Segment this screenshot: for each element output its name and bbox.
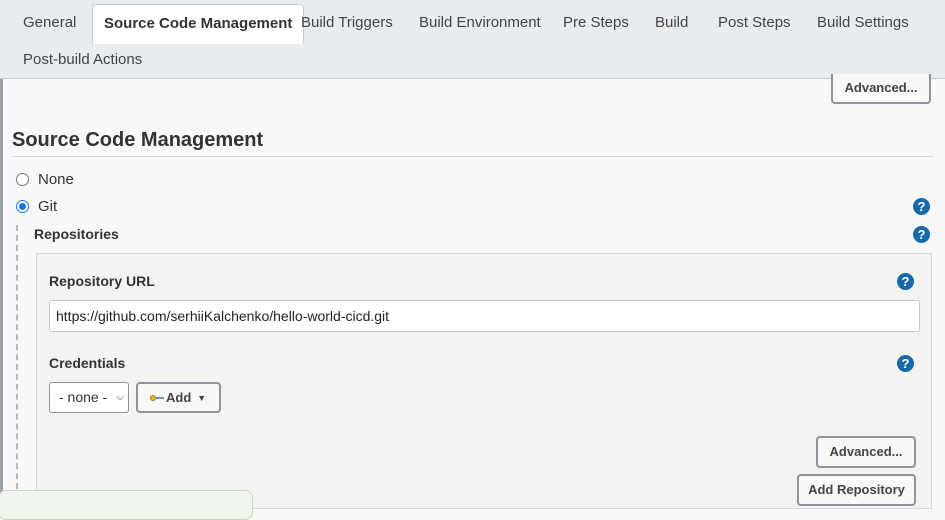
scm-option-none[interactable]: None: [16, 169, 74, 189]
add-credentials-label: Add: [166, 390, 192, 405]
radio-none-label: None: [38, 170, 74, 188]
tab-post-steps[interactable]: Post Steps: [707, 4, 802, 42]
notification-toast: [0, 490, 253, 520]
radio-none[interactable]: [16, 172, 29, 186]
git-options-guide: [16, 225, 18, 509]
repository-url-label: Repository URL: [49, 273, 155, 289]
tab-build-environment[interactable]: Build Environment: [408, 4, 552, 42]
radio-git[interactable]: [16, 199, 29, 213]
credentials-label: Credentials: [49, 355, 126, 371]
repositories-help-icon[interactable]: ?: [913, 226, 930, 243]
chevron-down-icon: ⌵: [116, 392, 124, 403]
section-title: Source Code Management: [12, 129, 264, 151]
caret-down-icon: ▼: [197, 392, 207, 403]
tab-post-build-actions[interactable]: Post-build Actions: [12, 41, 153, 79]
section-tab-bar: General Source Code Management Build Tri…: [0, 0, 945, 79]
git-help-icon[interactable]: ?: [913, 198, 930, 215]
credentials-help-icon[interactable]: ?: [897, 355, 914, 372]
repositories-label: Repositories: [34, 226, 119, 242]
tab-build-settings[interactable]: Build Settings: [806, 4, 920, 42]
credentials-select-value: - none -: [59, 389, 108, 405]
advanced-button-top[interactable]: Advanced...: [831, 74, 931, 104]
add-credentials-button[interactable]: Add ▼: [136, 382, 221, 413]
tab-pre-steps[interactable]: Pre Steps: [552, 4, 640, 42]
tab-general[interactable]: General: [12, 4, 87, 42]
radio-git-label: Git: [38, 197, 58, 215]
credentials-select[interactable]: - none - ⌵: [49, 382, 129, 413]
section-divider: [12, 156, 933, 157]
repository-panel: [36, 253, 932, 509]
tab-source-code-management[interactable]: Source Code Management: [92, 4, 305, 44]
key-icon: [150, 394, 164, 402]
repository-url-help-icon[interactable]: ?: [897, 273, 914, 290]
scm-option-git[interactable]: Git: [16, 196, 57, 216]
tab-build[interactable]: Build: [644, 4, 699, 42]
repository-url-input[interactable]: https://github.com/serhiiKalchenko/hello…: [49, 300, 920, 332]
add-repository-button[interactable]: Add Repository: [797, 474, 916, 506]
repository-advanced-button[interactable]: Advanced...: [816, 436, 916, 468]
tab-build-triggers[interactable]: Build Triggers: [290, 4, 404, 42]
